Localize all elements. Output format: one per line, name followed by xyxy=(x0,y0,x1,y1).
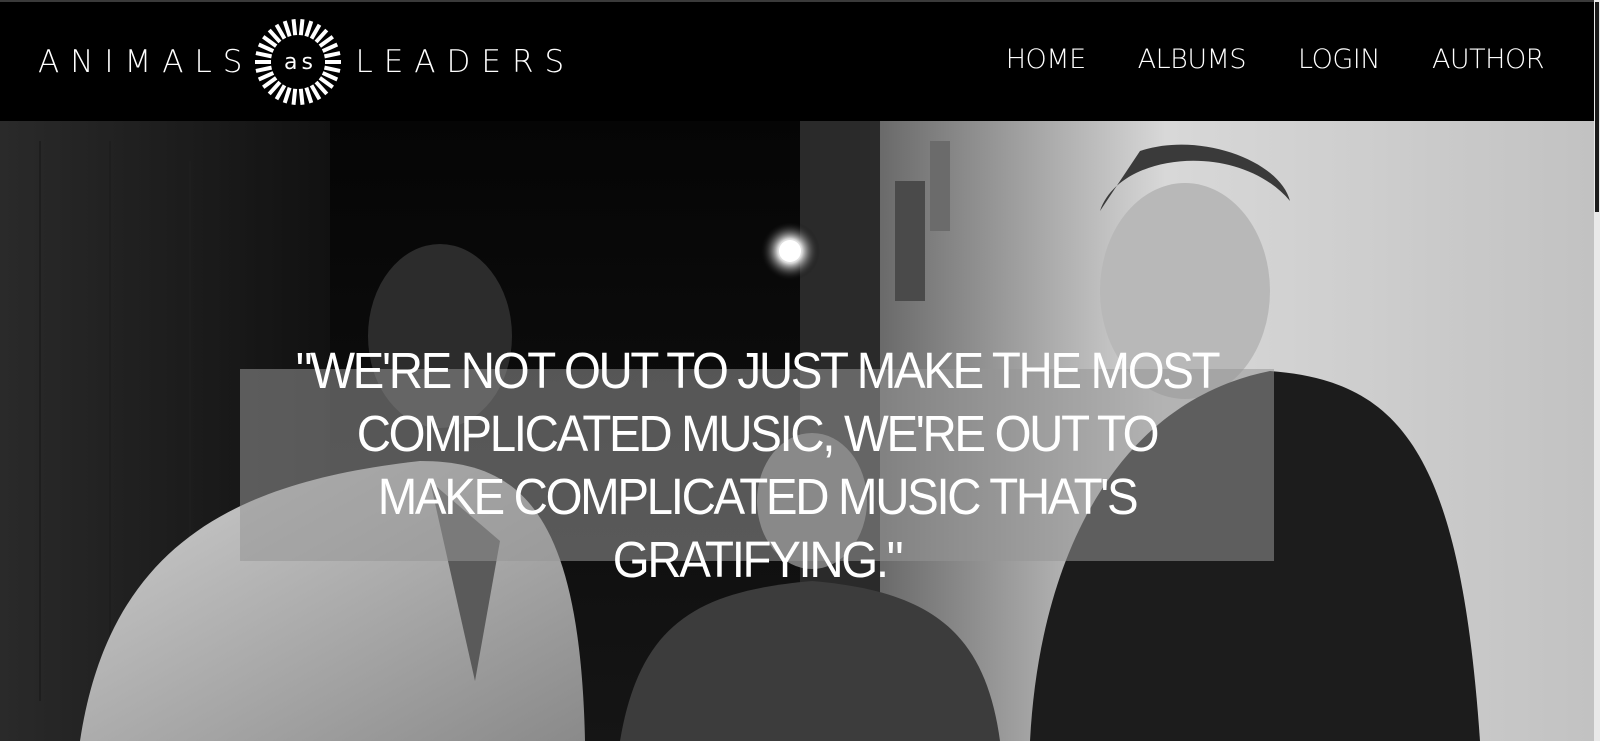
site-logo[interactable]: ANIMALS as LEADERS xyxy=(38,17,575,107)
sunburst-ring-icon: as xyxy=(253,17,343,107)
nav-albums[interactable]: ALBUMS xyxy=(1138,44,1247,75)
logo-word-leaders: LEADERS xyxy=(355,44,576,80)
scrollbar-thumb[interactable] xyxy=(1595,2,1599,212)
logo-word-animals: ANIMALS xyxy=(38,44,254,80)
nav-login[interactable]: LOGIN xyxy=(1298,44,1380,75)
main-nav: HOME ALBUMS LOGIN AUTHOR xyxy=(954,44,1545,75)
navbar: ANIMALS as LEADERS HOME ALBUMS LOGIN AUT… xyxy=(0,2,1594,121)
hero-banner: "WE'RE NOT OUT TO JUST MAKE THE MOST COM… xyxy=(0,121,1594,741)
nav-author[interactable]: AUTHOR xyxy=(1432,44,1545,75)
nav-home[interactable]: HOME xyxy=(1006,44,1086,75)
scrollbar[interactable] xyxy=(1594,0,1600,741)
page: ANIMALS as LEADERS HOME ALBUMS LOGIN AUT… xyxy=(0,0,1600,741)
logo-word-as: as xyxy=(283,49,317,75)
hero-quote: "WE'RE NOT OUT TO JUST MAKE THE MOST COM… xyxy=(295,342,1221,588)
quote-overlay: "WE'RE NOT OUT TO JUST MAKE THE MOST COM… xyxy=(240,342,1274,588)
